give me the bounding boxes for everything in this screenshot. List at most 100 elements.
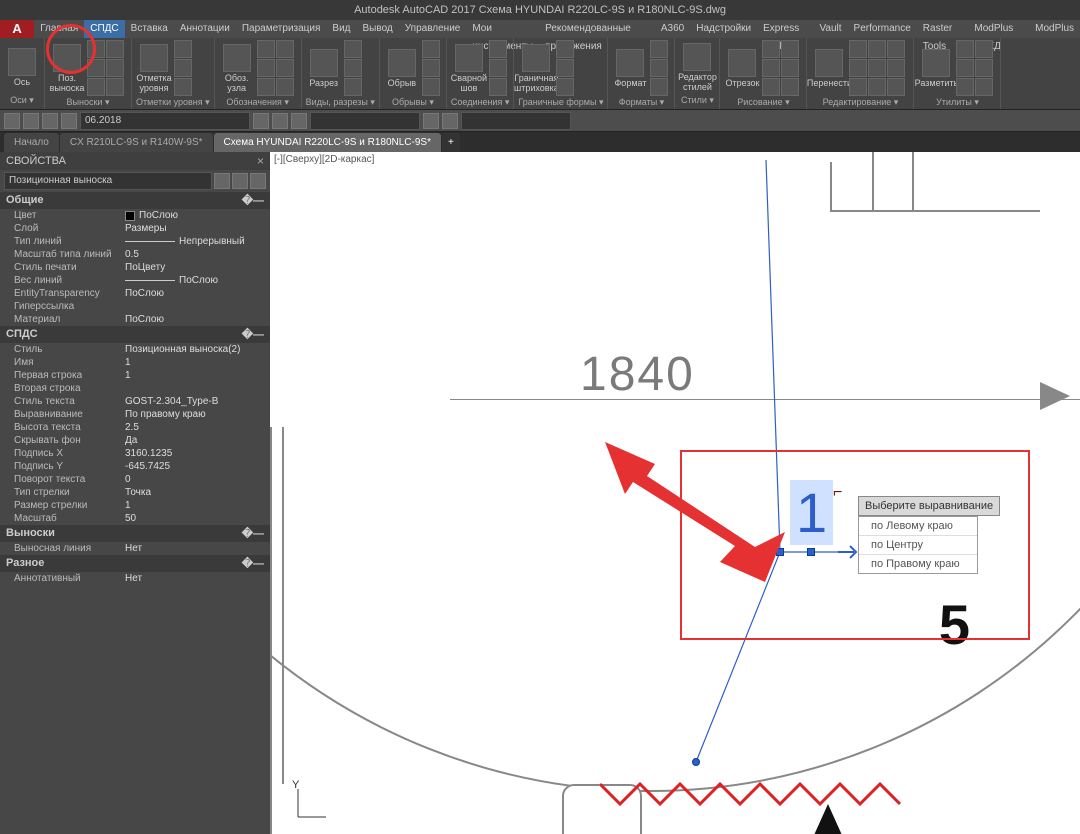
- property-value[interactable]: 50: [125, 513, 270, 524]
- menu-item[interactable]: Аннотации: [174, 20, 236, 38]
- ribbon-small-button[interactable]: [489, 78, 507, 96]
- property-value[interactable]: Непрерывный: [125, 236, 270, 247]
- doc-tab[interactable]: Схема HYUNDAI R220LC-9S и R180NLC-9S*: [214, 133, 441, 152]
- layer-combo[interactable]: 06.2018: [80, 112, 250, 130]
- ribbon-small-button[interactable]: [257, 78, 275, 96]
- qat-icon[interactable]: [23, 113, 39, 129]
- ribbon-small-button[interactable]: [956, 78, 974, 96]
- ribbon-small-button[interactable]: [975, 59, 993, 77]
- ribbon-small-button[interactable]: [650, 40, 668, 58]
- ribbon-button[interactable]: Обрыв: [384, 49, 420, 88]
- property-value[interactable]: 1: [125, 357, 270, 368]
- props-section-header[interactable]: Выноски�—: [0, 525, 270, 542]
- doc-tab[interactable]: Начало: [4, 133, 59, 152]
- props-section-header[interactable]: Разное�—: [0, 555, 270, 572]
- panel-title[interactable]: Рисование ▾: [724, 96, 802, 109]
- panel-title[interactable]: Форматы ▾: [612, 96, 670, 109]
- menu-item[interactable]: Управление: [399, 20, 467, 38]
- property-value[interactable]: По правому краю: [125, 409, 270, 420]
- ribbon-small-button[interactable]: [106, 78, 124, 96]
- property-row[interactable]: Выносная линияНет: [0, 542, 270, 555]
- toolbar-combo[interactable]: [461, 112, 571, 130]
- ribbon-button[interactable]: Граничная штриховка: [518, 44, 554, 93]
- ribbon-small-button[interactable]: [257, 40, 275, 58]
- ribbon-button[interactable]: Отметка уровня: [136, 44, 172, 93]
- ribbon-small-button[interactable]: [887, 59, 905, 77]
- menu-item[interactable]: Вид: [326, 20, 356, 38]
- qat-icon[interactable]: [253, 113, 269, 129]
- qat-icon[interactable]: [272, 113, 288, 129]
- ribbon-small-button[interactable]: [276, 78, 294, 96]
- property-row[interactable]: Имя1: [0, 356, 270, 369]
- ribbon-small-button[interactable]: [556, 78, 574, 96]
- property-row[interactable]: Гиперссылка: [0, 300, 270, 313]
- ribbon-small-button[interactable]: [106, 40, 124, 58]
- qat-icon[interactable]: [442, 113, 458, 129]
- property-value[interactable]: 2.5: [125, 422, 270, 433]
- qat-icon[interactable]: [42, 113, 58, 129]
- ribbon-small-button[interactable]: [87, 78, 105, 96]
- props-section-header[interactable]: Общие�—: [0, 192, 270, 209]
- ribbon-small-button[interactable]: [781, 40, 799, 58]
- ribbon-small-button[interactable]: [489, 59, 507, 77]
- property-value[interactable]: [125, 301, 270, 312]
- new-tab-button[interactable]: +: [442, 133, 460, 152]
- property-value[interactable]: ПоЦвету: [125, 262, 270, 273]
- ribbon-small-button[interactable]: [762, 78, 780, 96]
- panel-title[interactable]: Граничные формы ▾: [518, 96, 603, 109]
- ribbon-small-button[interactable]: [849, 78, 867, 96]
- menu-item[interactable]: Вывод: [357, 20, 399, 38]
- menu-item[interactable]: Рекомендованные приложения: [539, 20, 655, 38]
- ribbon-small-button[interactable]: [344, 40, 362, 58]
- ribbon-small-button[interactable]: [174, 59, 192, 77]
- menu-item[interactable]: Мои инструменты: [466, 20, 539, 38]
- ribbon-small-button[interactable]: [106, 59, 124, 77]
- property-row[interactable]: АннотативныйНет: [0, 572, 270, 585]
- panel-title[interactable]: Выноски ▾: [49, 96, 127, 109]
- property-value[interactable]: -645.7425: [125, 461, 270, 472]
- ribbon-small-button[interactable]: [422, 78, 440, 96]
- ribbon-small-button[interactable]: [344, 78, 362, 96]
- menu-item[interactable]: Vault: [813, 20, 847, 38]
- ribbon-small-button[interactable]: [276, 40, 294, 58]
- ribbon-button[interactable]: Перенести: [811, 49, 847, 88]
- ribbon-small-button[interactable]: [956, 59, 974, 77]
- property-row[interactable]: Тип линийНепрерывный: [0, 235, 270, 248]
- property-row[interactable]: Тип стрелкиТочка: [0, 486, 270, 499]
- menu-item[interactable]: Express Tools: [757, 20, 813, 38]
- panel-title[interactable]: Обрывы ▾: [384, 96, 442, 109]
- property-row[interactable]: Подпись X3160.1235: [0, 447, 270, 460]
- ribbon-button[interactable]: Обоз. узла: [219, 44, 255, 93]
- ribbon-button[interactable]: Сварной шов: [451, 44, 487, 93]
- ribbon-button[interactable]: Формат: [612, 49, 648, 88]
- drawing-canvas[interactable]: [-][Сверху][2D-каркас] 1840 5 + 1 ⌐ Выбе…: [270, 152, 1080, 834]
- property-value[interactable]: 3160.1235: [125, 448, 270, 459]
- ribbon-button[interactable]: Ось: [4, 48, 40, 87]
- panel-title[interactable]: Утилиты ▾: [918, 96, 996, 109]
- menu-item[interactable]: Raster Tools: [917, 20, 969, 38]
- property-value[interactable]: Размеры: [125, 223, 270, 234]
- doc-tab[interactable]: CX R210LC-9S и R140W-9S*: [60, 133, 213, 152]
- ribbon-small-button[interactable]: [781, 78, 799, 96]
- ribbon-small-button[interactable]: [849, 59, 867, 77]
- property-row[interactable]: Масштаб50: [0, 512, 270, 525]
- pick-icon[interactable]: [232, 173, 248, 189]
- property-value[interactable]: ПоСлою: [125, 210, 270, 221]
- menu-item[interactable]: Параметризация: [236, 20, 327, 38]
- ribbon-small-button[interactable]: [276, 59, 294, 77]
- ribbon-small-button[interactable]: [887, 78, 905, 96]
- menu-item[interactable]: ModPlus: [1029, 20, 1080, 38]
- panel-title[interactable]: Оси ▾: [4, 94, 40, 107]
- ribbon-small-button[interactable]: [174, 78, 192, 96]
- property-value[interactable]: Нет: [125, 573, 270, 584]
- ribbon-small-button[interactable]: [344, 59, 362, 77]
- property-row[interactable]: МатериалПоСлою: [0, 313, 270, 326]
- grip-endpoint[interactable]: [692, 758, 700, 766]
- ribbon-button[interactable]: Редактор стилей: [679, 43, 715, 92]
- props-section-header[interactable]: СПДС�—: [0, 326, 270, 343]
- property-row[interactable]: Поворот текста0: [0, 473, 270, 486]
- property-value[interactable]: Точка: [125, 487, 270, 498]
- ribbon-small-button[interactable]: [849, 40, 867, 58]
- quick-select-icon[interactable]: [214, 173, 230, 189]
- ribbon-button[interactable]: Разрез: [306, 49, 342, 88]
